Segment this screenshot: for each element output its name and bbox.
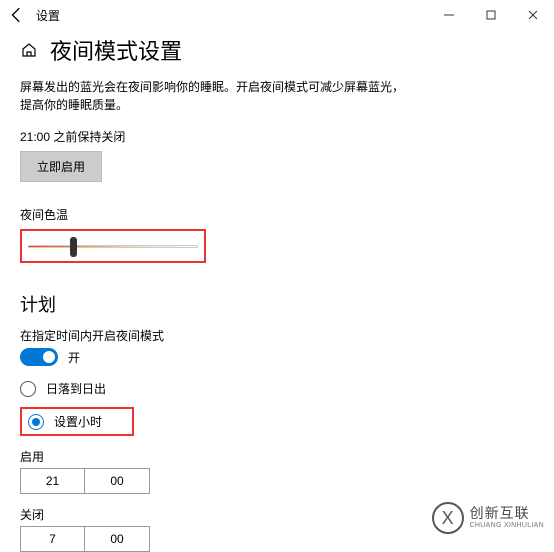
watermark: X 创新互联 CHUANG XINHULIAN xyxy=(432,502,544,534)
schedule-toggle-label: 在指定时间内开启夜间模式 xyxy=(20,327,534,344)
on-min-input[interactable]: 00 xyxy=(85,468,150,494)
slider-thumb[interactable] xyxy=(70,237,77,257)
radio-sunset-label: 日落到日出 xyxy=(46,380,106,397)
home-icon[interactable] xyxy=(20,41,38,59)
schedule-toggle[interactable] xyxy=(20,348,58,366)
radio-hours-label: 设置小时 xyxy=(54,413,102,430)
radio-hours-highlight: 设置小时 xyxy=(20,407,134,436)
on-hour-input[interactable]: 21 xyxy=(20,468,85,494)
off-min-input[interactable]: 00 xyxy=(85,526,150,552)
watermark-logo-icon: X xyxy=(432,502,464,534)
radio-hours[interactable]: 设置小时 xyxy=(28,413,102,430)
color-temp-highlight xyxy=(20,229,206,263)
radio-sunset[interactable]: 日落到日出 xyxy=(20,380,534,397)
status-text: 21:00 之前保持关闭 xyxy=(20,128,534,145)
toggle-state-text: 开 xyxy=(68,349,80,366)
color-temp-slider[interactable] xyxy=(28,236,198,256)
minimize-button[interactable] xyxy=(428,0,470,30)
schedule-title: 计划 xyxy=(20,291,534,317)
on-time-label: 启用 xyxy=(20,448,534,465)
maximize-button[interactable] xyxy=(470,0,512,30)
watermark-en: CHUANG XINHULIAN xyxy=(470,522,544,530)
page-title: 夜间模式设置 xyxy=(50,34,182,66)
watermark-zh: 创新互联 xyxy=(470,506,544,521)
enable-now-button[interactable]: 立即启用 xyxy=(20,151,102,182)
color-temp-label: 夜间色温 xyxy=(20,206,534,223)
back-button[interactable] xyxy=(8,0,26,30)
off-hour-input[interactable]: 7 xyxy=(20,526,85,552)
description: 屏幕发出的蓝光会在夜间影响你的睡眠。开启夜间模式可减少屏幕蓝光， 提高你的睡眠质… xyxy=(20,78,534,114)
window-title: 设置 xyxy=(36,7,60,24)
close-button[interactable] xyxy=(512,0,554,30)
